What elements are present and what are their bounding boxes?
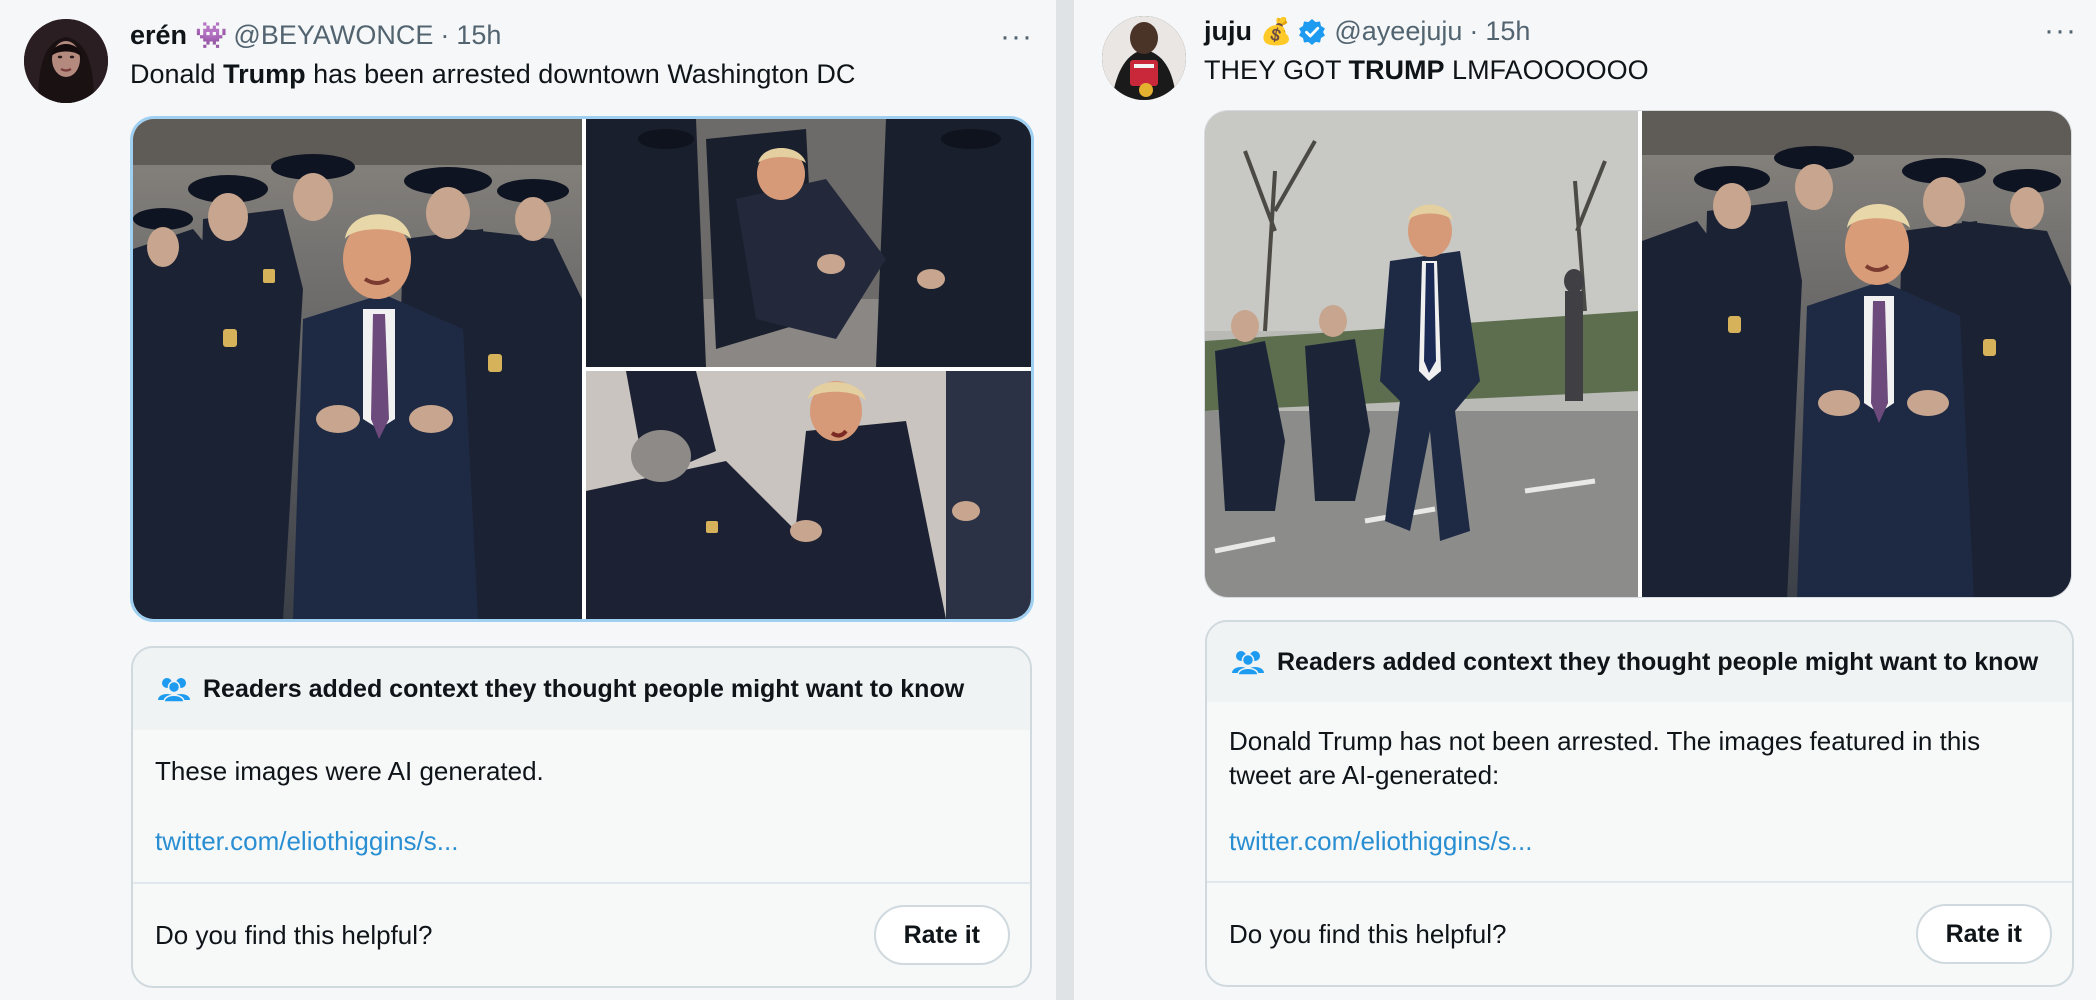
- note-header-text: Readers added context they thought peopl…: [203, 674, 965, 703]
- photo-arrest-crowd[interactable]: [1642, 111, 2071, 597]
- note-body-line: tweet are AI-generated:: [1229, 760, 1500, 790]
- tweet-text-part: Donald: [130, 59, 224, 89]
- photo-drawing: [586, 371, 1031, 619]
- tweet-text-part: has been arrested downtown Washington DC: [305, 59, 856, 89]
- community-note: Readers added context they thought peopl…: [131, 646, 1032, 988]
- photo-drawing: [1205, 111, 1638, 597]
- tweet-text-highlight: Trump: [223, 59, 306, 89]
- note-header: Readers added context they thought peopl…: [133, 648, 1030, 730]
- more-horizontal-icon[interactable]: ···: [2044, 14, 2077, 48]
- note-body: Donald Trump has not been arrested. The …: [1229, 724, 2050, 792]
- tweet-right[interactable]: juju 💰 @ayeejuju · 15h ··· THEY GOT TRUM…: [1074, 0, 2096, 1000]
- separator-dot: ·: [1469, 16, 1479, 46]
- tweet-header: juju 💰 @ayeejuju · 15h: [1204, 16, 1530, 47]
- photo-drawing: [1642, 111, 2071, 597]
- verified-badge-icon[interactable]: [1298, 18, 1326, 46]
- community-note: Readers added context they thought peopl…: [1205, 620, 2074, 987]
- note-source-link[interactable]: twitter.com/eliothiggins/s...: [1229, 826, 1532, 857]
- tweet-header: erén 👾 @BEYAWONCE · 15h: [130, 20, 501, 51]
- name-emoji: 💰: [1260, 16, 1293, 46]
- photo-drawing: [133, 119, 582, 619]
- photo-drawing: [586, 119, 1031, 367]
- media-grid[interactable]: [130, 116, 1034, 622]
- display-name[interactable]: erén: [130, 20, 187, 51]
- timestamp[interactable]: 15h: [456, 20, 501, 51]
- avatar[interactable]: [1102, 16, 1186, 100]
- tweet-text: Donald Trump has been arrested downtown …: [130, 59, 855, 90]
- rate-it-button[interactable]: Rate it: [1915, 904, 2052, 964]
- helpful-question: Do you find this helpful?: [155, 919, 433, 950]
- handle[interactable]: @ayeejuju: [1334, 16, 1462, 47]
- note-source-link[interactable]: twitter.com/eliothiggins/s...: [155, 826, 458, 857]
- tweet-left[interactable]: erén 👾 @BEYAWONCE · 15h ··· Donald Trump…: [0, 0, 1056, 1000]
- note-body-line: Donald Trump has not been arrested. The …: [1229, 726, 1981, 756]
- handle[interactable]: @BEYAWONCE: [233, 20, 433, 51]
- tweet-text-highlight: TRUMP: [1348, 55, 1445, 85]
- name-emoji: 👾: [195, 20, 228, 50]
- photo-arrest-crowd[interactable]: [133, 119, 582, 619]
- avatar-portrait: [24, 19, 108, 103]
- note-header-text: Readers added context they thought peopl…: [1277, 647, 2039, 676]
- note-footer: Do you find this helpful? Rate it: [133, 882, 1030, 986]
- tweet-text: THEY GOT TRUMP LMFAOOOOOO: [1204, 55, 1649, 86]
- note-body: These images were AI generated.: [155, 756, 544, 786]
- photo-arrest-kneeling[interactable]: [586, 371, 1031, 619]
- community-notes-people-icon: [1232, 651, 1264, 675]
- community-notes-people-icon: [158, 678, 190, 702]
- avatar[interactable]: [24, 19, 108, 103]
- timestamp[interactable]: 15h: [1485, 16, 1530, 47]
- photo-arrest-falling[interactable]: [586, 119, 1031, 367]
- display-name[interactable]: juju: [1204, 16, 1252, 47]
- note-header: Readers added context they thought peopl…: [1207, 622, 2072, 702]
- note-footer: Do you find this helpful? Rate it: [1207, 881, 2072, 985]
- more-horizontal-icon[interactable]: ···: [1000, 20, 1033, 54]
- separator-dot: ·: [440, 20, 450, 50]
- avatar-portrait: [1102, 16, 1186, 100]
- media-grid[interactable]: [1204, 110, 2072, 598]
- rate-it-button[interactable]: Rate it: [873, 905, 1010, 965]
- photo-running[interactable]: [1205, 111, 1638, 597]
- tweet-text-part: LMFAOOOOOO: [1444, 55, 1649, 85]
- helpful-question: Do you find this helpful?: [1229, 918, 1507, 949]
- tweet-text-part: THEY GOT: [1204, 55, 1349, 85]
